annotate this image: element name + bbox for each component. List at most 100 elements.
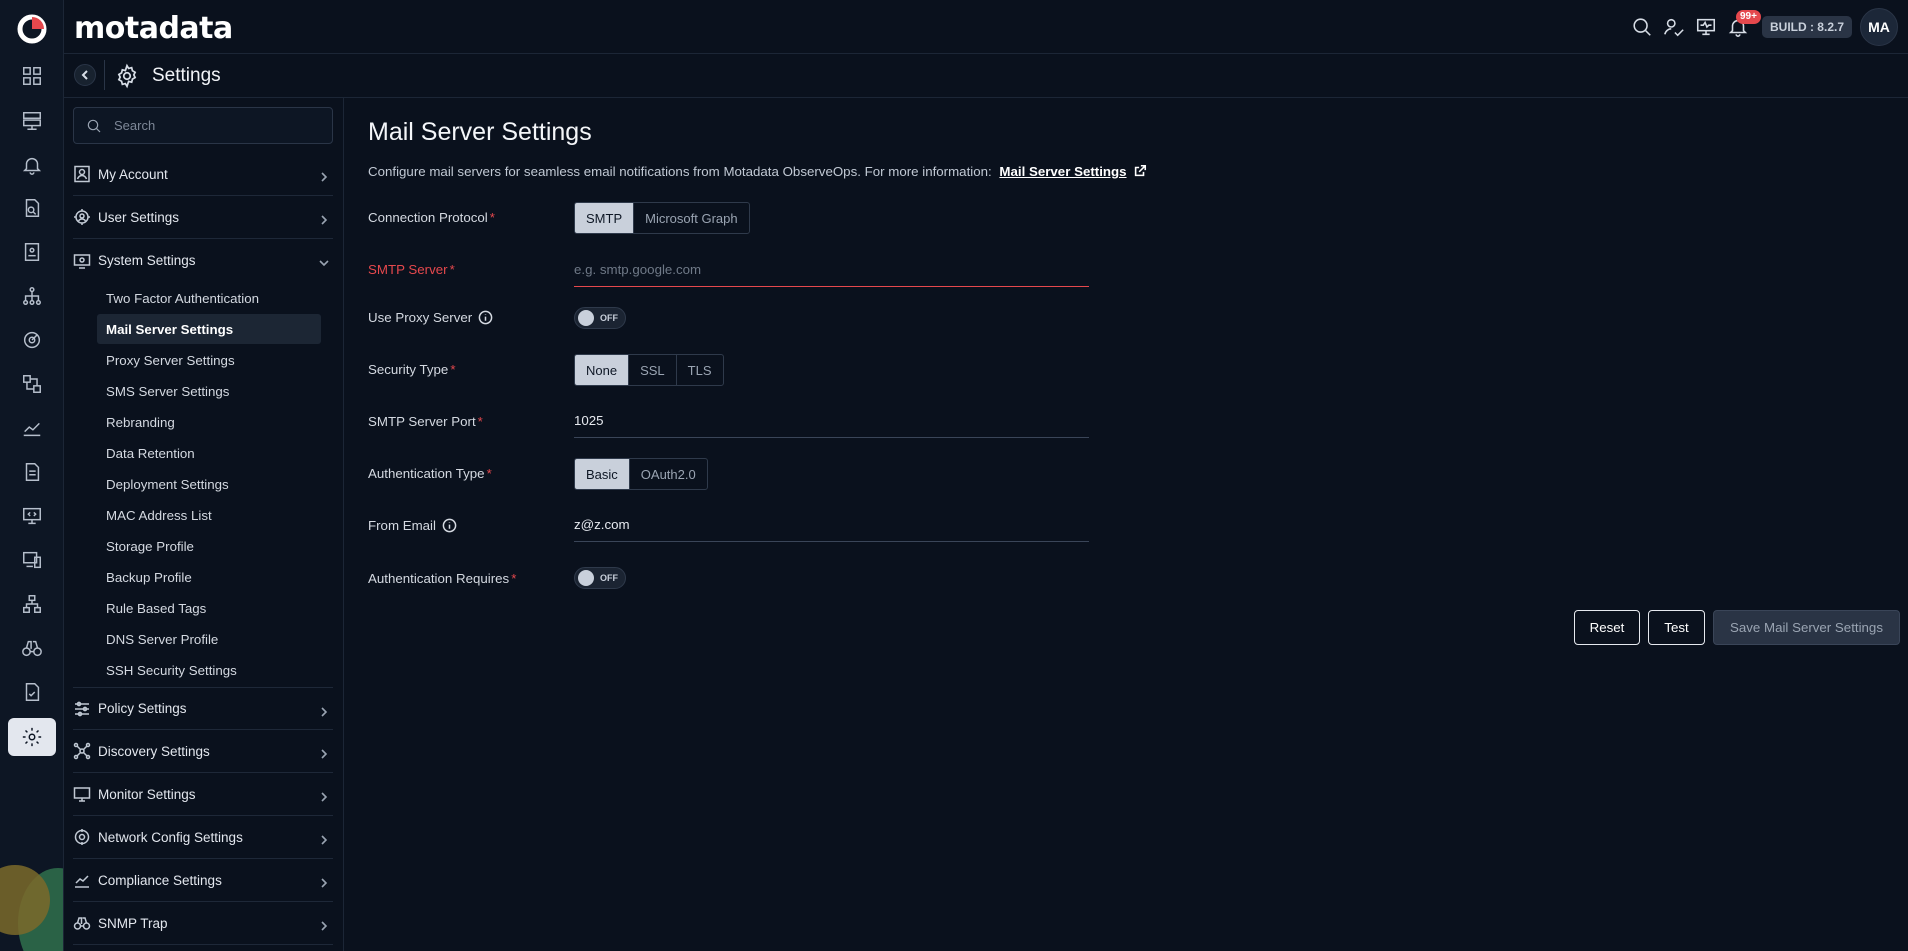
- document-search-icon[interactable]: [14, 190, 50, 226]
- connection-protocol-label: Connection Protocol *: [368, 210, 495, 225]
- sidebar-item-backup-profile[interactable]: Backup Profile: [97, 562, 321, 592]
- sidebar-section-snmp-trap[interactable]: SNMP Trap: [73, 902, 333, 945]
- bell-icon[interactable]: [14, 147, 50, 183]
- file-text-icon[interactable]: [14, 454, 50, 490]
- sidebar-item-rule-based-tags[interactable]: Rule Based Tags: [97, 593, 321, 623]
- brand-logo: motadata: [74, 11, 233, 46]
- sidebar-section-label: Network Config Settings: [98, 829, 243, 845]
- field-label-text: Connection Protocol: [368, 210, 488, 225]
- left-rail: [0, 0, 64, 951]
- sidebar-item-mail-server-settings[interactable]: Mail Server Settings: [97, 314, 321, 344]
- test-button[interactable]: Test: [1648, 610, 1705, 645]
- compliance-doc-icon[interactable]: [14, 674, 50, 710]
- protocol-option-smtp[interactable]: SMTP: [575, 203, 635, 233]
- sidebar-item-rebranding[interactable]: Rebranding: [97, 407, 321, 437]
- sidebar-item-proxy-server-settings[interactable]: Proxy Server Settings: [97, 345, 321, 375]
- info-icon[interactable]: [478, 310, 493, 325]
- server-icon[interactable]: [14, 103, 50, 139]
- sidebar-section-label: SNMP Trap: [98, 915, 168, 931]
- network-icon[interactable]: [14, 586, 50, 622]
- sidebar-item-dns-server-profile[interactable]: DNS Server Profile: [97, 624, 321, 654]
- info-icon[interactable]: [442, 518, 457, 533]
- topology-icon[interactable]: [14, 278, 50, 314]
- security-option-none[interactable]: None: [575, 355, 630, 385]
- sidebar-item-storage-profile[interactable]: Storage Profile: [97, 531, 321, 561]
- protocol-option-microsoft-graph[interactable]: Microsoft Graph: [634, 203, 748, 233]
- sidebar-section-monitor-settings[interactable]: Monitor Settings: [73, 773, 333, 816]
- sidebar-search[interactable]: [73, 107, 333, 144]
- page-header-title: Settings: [152, 65, 221, 86]
- authentication-requires-label: Authentication Requires *: [368, 571, 516, 586]
- auth-option-basic[interactable]: Basic: [575, 459, 630, 489]
- security-option-ssl[interactable]: SSL: [629, 355, 677, 385]
- radar-icon[interactable]: [14, 322, 50, 358]
- notification-count-badge: 99+: [1735, 10, 1761, 24]
- sidebar-section-label: User Settings: [98, 209, 180, 225]
- smtp-server-input[interactable]: [574, 262, 1089, 277]
- users-gear-icon: [73, 208, 91, 226]
- search-icon[interactable]: [1626, 11, 1658, 43]
- toggle-knob: [578, 310, 594, 326]
- save-mail-server-settings-button[interactable]: Save Mail Server Settings: [1713, 610, 1900, 645]
- sidebar-section-compliance-settings[interactable]: Compliance Settings: [73, 859, 333, 902]
- chevron-right-icon: [319, 746, 329, 759]
- field-label-text: Authentication Type: [368, 466, 485, 481]
- sidebar-item-data-retention[interactable]: Data Retention: [97, 438, 321, 468]
- sidebar-section-network-config-settings[interactable]: Network Config Settings: [73, 816, 333, 859]
- trend-icon[interactable]: [14, 410, 50, 446]
- chevron-right-icon: [319, 169, 329, 182]
- report-icon[interactable]: [14, 234, 50, 270]
- reset-button[interactable]: Reset: [1574, 610, 1640, 645]
- from-email-label: From Email: [368, 518, 457, 533]
- security-type-label: Security Type *: [368, 362, 456, 377]
- sidebar-item-ssh-security-settings[interactable]: SSH Security Settings: [97, 655, 321, 685]
- from-email-input[interactable]: [574, 517, 1089, 532]
- dashboard-icon[interactable]: [14, 58, 50, 94]
- required-asterisk: *: [511, 571, 517, 586]
- devices-icon[interactable]: [14, 542, 50, 578]
- back-button[interactable]: [74, 64, 96, 86]
- auth-option-oauth2[interactable]: OAuth2.0: [630, 459, 707, 489]
- smtp-server-label: SMTP Server *: [368, 262, 455, 277]
- binoculars-icon[interactable]: [14, 630, 50, 666]
- user-card-icon: [73, 165, 91, 183]
- monitor-gear-icon: [73, 252, 91, 270]
- sidebar-item-deployment-settings[interactable]: Deployment Settings: [97, 469, 321, 499]
- field-label-text: Use Proxy Server: [368, 310, 473, 325]
- use-proxy-server-toggle[interactable]: OFF: [574, 307, 626, 329]
- field-label-text: From Email: [368, 518, 436, 533]
- monitor-pulse-icon[interactable]: [1690, 11, 1722, 43]
- gear-icon: [114, 63, 140, 89]
- from-email-field: [574, 508, 1089, 542]
- sidebar-section-discovery-settings[interactable]: Discovery Settings: [73, 730, 333, 773]
- chevron-left-icon: [81, 70, 88, 80]
- user-avatar[interactable]: MA: [1860, 8, 1898, 46]
- notification-bell-icon[interactable]: 99+: [1722, 10, 1761, 43]
- external-link-icon[interactable]: [1130, 164, 1147, 179]
- settings-gear-icon[interactable]: [8, 718, 56, 756]
- sidebar-section-user-settings[interactable]: User Settings: [73, 196, 333, 239]
- flow-icon[interactable]: [14, 366, 50, 402]
- authentication-requires-toggle[interactable]: OFF: [574, 567, 626, 589]
- smtp-server-port-input[interactable]: [574, 413, 1089, 428]
- security-option-tls[interactable]: TLS: [677, 355, 723, 385]
- docs-link[interactable]: Mail Server Settings: [999, 164, 1126, 179]
- sidebar-item-sms-server-settings[interactable]: SMS Server Settings: [97, 376, 321, 406]
- required-asterisk: *: [450, 362, 456, 377]
- motadata-logo-icon[interactable]: [16, 13, 48, 45]
- network-config-icon: [73, 828, 91, 846]
- search-icon: [87, 119, 101, 132]
- monitor-code-icon[interactable]: [14, 498, 50, 534]
- sidebar-section-my-account[interactable]: My Account: [73, 153, 333, 196]
- field-label-text: Security Type: [368, 362, 449, 377]
- user-check-icon[interactable]: [1658, 11, 1690, 43]
- sidebar-item-two-factor-authentication[interactable]: Two Factor Authentication: [97, 283, 321, 313]
- monitor-icon: [73, 785, 91, 803]
- chevron-right-icon: [319, 918, 329, 931]
- sidebar-item-mac-address-list[interactable]: MAC Address List: [97, 500, 321, 530]
- sidebar-section-policy-settings[interactable]: Policy Settings: [73, 687, 333, 730]
- sidebar-search-input[interactable]: [114, 118, 314, 133]
- sidebar-section-label: Monitor Settings: [98, 786, 196, 802]
- build-version-badge: BUILD : 8.2.7: [1761, 16, 1852, 38]
- sidebar-section-system-settings[interactable]: System Settings: [73, 239, 333, 282]
